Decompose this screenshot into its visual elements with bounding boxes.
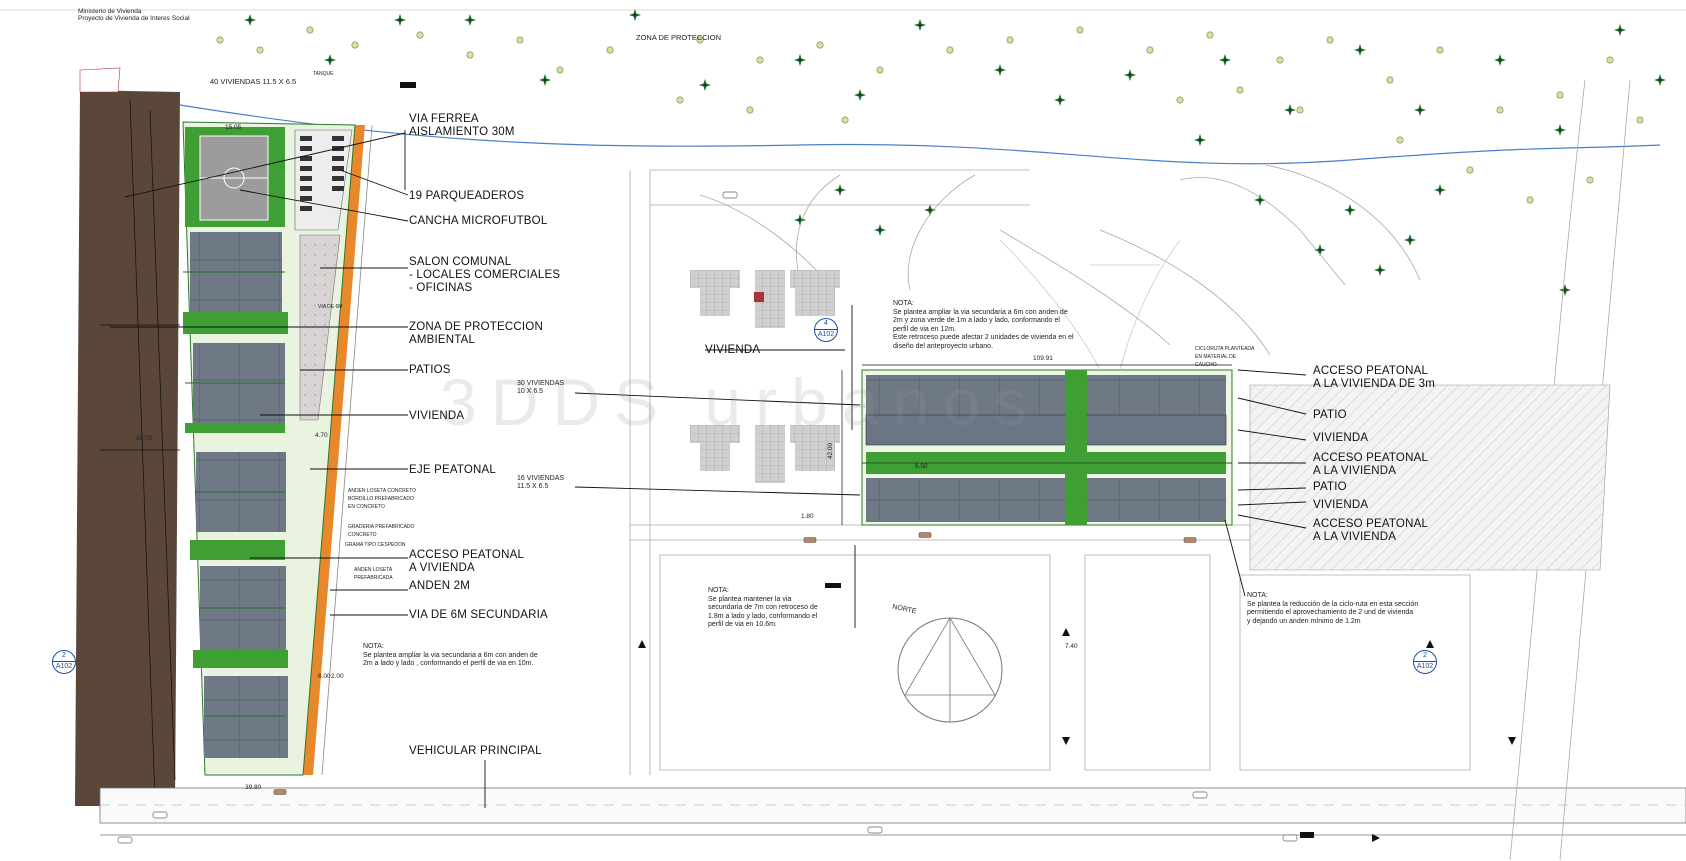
label-40-viviendas: 40 VIVIENDAS 11.5 X 6.5 <box>210 77 297 86</box>
dim-7-40: 7.40 <box>1065 643 1078 650</box>
label-zona-proteccion: ZONA DE PROTECCION <box>636 33 722 42</box>
label-30-viviendas: 30 VIVIENDAS 10 X 6.5 <box>517 380 565 395</box>
tag-tanque: TANQUE <box>313 71 334 77</box>
tag-bordillo: BORDILLO PREFABRICADO EN CONCRETO <box>348 496 414 510</box>
title-line-2: Proyecto de Vivienda de Interes Social <box>78 15 190 22</box>
label-cancha: CANCHA MICROFUTBOL <box>409 215 548 227</box>
dim-15-05: 15.05 <box>225 124 242 131</box>
tag-anden-2: ANDEN LOSETA PREFABRICADA <box>354 567 393 581</box>
dim-1-80: 1.80 <box>801 513 814 520</box>
label-vehicular-principal: VEHICULAR PRINCIPAL <box>409 745 542 757</box>
label-16-viviendas: 16 VIVIENDAS 11.5 X 6.5 <box>517 475 565 490</box>
section-sheet: A102 <box>55 663 73 670</box>
label-via-ferrea: VIA FERREA AISLAMIENTO 30M <box>409 113 515 138</box>
dim-109-91: 109.91 <box>1033 355 1053 362</box>
section-number: 2 <box>53 651 75 662</box>
rail-buffer-lot <box>75 90 180 806</box>
label-vivienda-center: VIVIENDA <box>705 344 761 356</box>
label-patios: PATIOS <box>409 364 451 376</box>
label-vivienda-r1: VIVIENDA <box>1313 432 1369 444</box>
label-patio-r1: PATIO <box>1313 409 1347 421</box>
dim-42-00: 42.00 <box>827 442 835 460</box>
tag-anden: ANDEN LOSETA CONCRETO <box>348 488 416 494</box>
section-marker-right[interactable]: 2 A102 <box>1413 650 1437 674</box>
label-vivienda-r2: VIVIENDA <box>1313 499 1369 511</box>
tag-via: VIA DE 6M <box>318 304 343 310</box>
section-marker-top[interactable]: 4 A102 <box>814 318 838 342</box>
dim-2-00: 2.00 <box>331 673 344 680</box>
section-number: 4 <box>815 319 837 330</box>
future-parcel <box>1249 384 1611 571</box>
tag-grama: GRAMA TIPO CESPEDON <box>345 542 406 548</box>
label-patio-r2: PATIO <box>1313 481 1347 493</box>
dim-6-50: 6.50 <box>915 463 928 470</box>
main-road <box>99 787 1686 824</box>
label-acceso-r2: ACCESO PEATONAL A LA VIVIENDA <box>1313 518 1429 543</box>
label-via-secundaria: VIA DE 6M SECUNDARIA <box>409 609 548 621</box>
dim-30-00: 30.00 <box>136 435 153 442</box>
tag-ciclo: CICLORUTA PLANTEADA EN MATERIAL DE CAUCH… <box>1195 346 1255 368</box>
label-salon: SALON COMUNAL - LOCALES COMERCIALES - OF… <box>409 256 561 294</box>
section-sheet: A102 <box>817 331 835 338</box>
label-eje-peatonal: EJE PEATONAL <box>409 464 496 476</box>
note-right: NOTA: Se plantea la reducción de la cicl… <box>1247 592 1419 625</box>
label-zona-proteccion-ambiental: ZONA DE PROTECCION AMBIENTAL <box>409 321 543 346</box>
section-marker-left[interactable]: 2 A102 <box>52 650 76 674</box>
watermark: 3DDS urbanos <box>440 365 1041 439</box>
label-acceso-left: ACCESO PEATONAL A VIVIENDA <box>409 549 525 574</box>
label-acceso-3m: ACCESO PEATONAL A LA VIVIENDA DE 3m <box>1313 365 1436 390</box>
note-left: NOTA: Se plantea ampliar la via secundar… <box>363 643 538 667</box>
label-parqueaderos: 19 PARQUEADEROS <box>409 190 525 202</box>
note-top: NOTA: Se plantea ampliar la via secundar… <box>893 300 1074 350</box>
label-acceso-r1: ACCESO PEATONAL A LA VIVIENDA <box>1313 452 1429 477</box>
section-number: 2 <box>1414 651 1436 662</box>
label-vivienda-left: VIVIENDA <box>409 410 465 422</box>
dim-6-00: 6.00 <box>318 673 331 680</box>
dim-4-70: 4.70 <box>315 432 328 439</box>
note-mid: NOTA: Se plantea mantener la via secunda… <box>708 587 818 628</box>
label-anden: ANDEN 2M <box>409 580 471 592</box>
dim-39-80: 39.80 <box>245 784 262 791</box>
tag-concreto: GRADERIA PREFABRICADO CONCRETO <box>348 524 415 538</box>
section-sheet: A102 <box>1416 663 1434 670</box>
